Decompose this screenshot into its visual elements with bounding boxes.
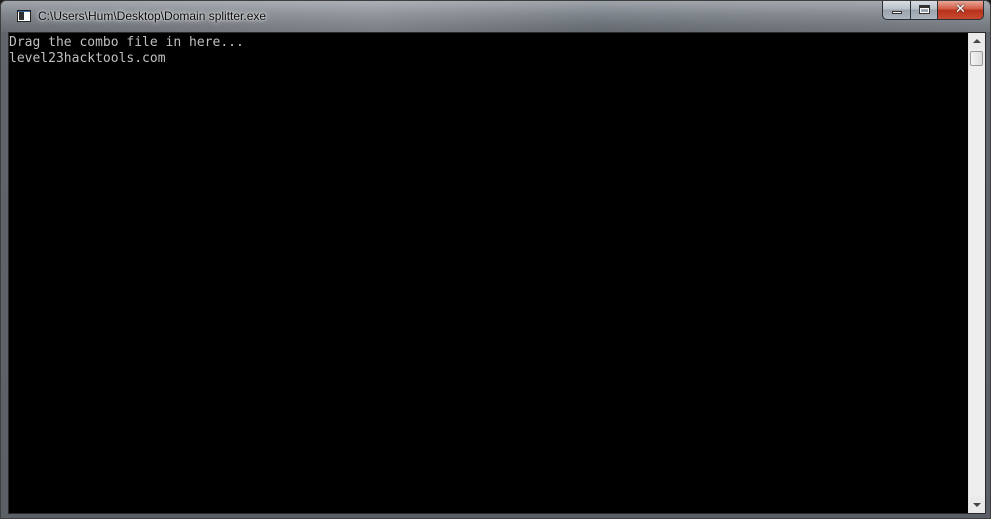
vertical-scrollbar[interactable] <box>968 33 985 513</box>
console-window: C:\Users\Hum\Desktop\Domain splitter.exe… <box>0 0 991 519</box>
maximize-button[interactable] <box>911 1 938 20</box>
close-icon: ✕ <box>955 2 966 17</box>
console-output[interactable]: Drag the combo file in here... level23ha… <box>9 33 969 513</box>
scroll-down-arrow-icon[interactable] <box>969 497 985 513</box>
maximize-icon <box>919 5 930 14</box>
console-line: level23hacktools.com <box>9 51 166 66</box>
minimize-button[interactable] <box>882 1 911 20</box>
minimize-icon <box>892 11 902 14</box>
window-title: C:\Users\Hum\Desktop\Domain splitter.exe <box>38 9 267 23</box>
console-line: Drag the combo file in here... <box>9 35 244 50</box>
scrollbar-thumb[interactable] <box>970 51 983 66</box>
caption-buttons: ✕ <box>882 1 984 21</box>
close-button[interactable]: ✕ <box>938 1 984 20</box>
console-client-area: Drag the combo file in here... level23ha… <box>8 32 986 514</box>
title-bar[interactable]: C:\Users\Hum\Desktop\Domain splitter.exe… <box>1 1 990 32</box>
console-window-icon[interactable] <box>17 10 31 22</box>
scroll-up-arrow-icon[interactable] <box>969 33 985 49</box>
